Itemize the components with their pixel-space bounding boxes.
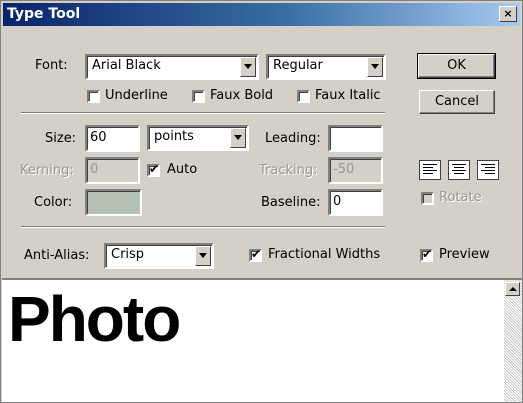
preview-scrollbar[interactable] [504, 278, 522, 402]
baseline-input[interactable]: 0 [328, 189, 383, 216]
close-icon[interactable]: × [499, 6, 517, 22]
size-input[interactable]: 60 [85, 125, 140, 152]
type-tool-dialog: Type Tool × Font: Arial Black Regular OK… [0, 0, 523, 403]
preview-pane[interactable]: Photo [2, 278, 504, 402]
separator [21, 226, 385, 228]
preview-label: Preview [439, 247, 490, 262]
underline-label: Underline [105, 88, 168, 103]
font-style-select[interactable]: Regular [266, 54, 386, 80]
align-center-icon[interactable] [448, 160, 470, 180]
size-unit-value: points [154, 129, 194, 144]
leading-input[interactable] [328, 125, 383, 152]
font-family-select[interactable]: Arial Black [85, 54, 259, 80]
fractional-widths-label: Fractional Widths [268, 247, 381, 262]
kerning-input: 0 [85, 157, 140, 184]
rotate-checkbox [421, 192, 434, 205]
tracking-label: Tracking: [259, 163, 318, 178]
kerning-auto-checkbox[interactable] [147, 162, 160, 177]
underline-checkbox[interactable] [87, 90, 100, 103]
preview-checkbox[interactable] [420, 247, 433, 262]
size-unit-select[interactable]: points [147, 125, 249, 151]
cancel-button[interactable]: Cancel [419, 90, 495, 114]
align-right-icon[interactable] [477, 160, 499, 180]
anti-alias-select[interactable]: Crisp [104, 243, 214, 269]
color-label: Color: [34, 195, 73, 210]
faux-bold-checkbox[interactable] [192, 90, 205, 103]
kerning-label: Kerning: [20, 163, 74, 178]
faux-bold-label: Faux Bold [210, 88, 274, 103]
scroll-up-icon[interactable] [505, 282, 520, 296]
font-style-value: Regular [273, 58, 323, 73]
preview-text: Photo [8, 283, 181, 355]
chevron-down-icon[interactable] [240, 57, 256, 77]
tracking-input: -50 [328, 157, 383, 184]
ok-button[interactable]: OK [417, 53, 496, 79]
font-label: Font: [35, 58, 68, 73]
size-label: Size: [45, 131, 77, 146]
chevron-down-icon[interactable] [195, 246, 211, 266]
anti-alias-label: Anti-Alias: [24, 248, 90, 263]
kerning-auto-label: Auto [167, 162, 198, 177]
rotate-label: Rotate [439, 190, 482, 205]
color-swatch[interactable] [85, 189, 142, 216]
chevron-down-icon[interactable] [367, 57, 383, 77]
title-bar[interactable]: Type Tool × [3, 3, 520, 26]
window-title: Type Tool [7, 6, 81, 22]
align-left-icon[interactable] [419, 160, 441, 180]
fractional-widths-checkbox[interactable] [249, 247, 262, 262]
anti-alias-value: Crisp [111, 247, 145, 262]
faux-italic-label: Faux Italic [315, 88, 381, 103]
separator [21, 112, 385, 114]
faux-italic-checkbox[interactable] [297, 90, 310, 103]
baseline-label: Baseline: [261, 195, 321, 210]
chevron-down-icon[interactable] [230, 128, 246, 148]
leading-label: Leading: [265, 131, 321, 146]
font-family-value: Arial Black [92, 58, 161, 73]
